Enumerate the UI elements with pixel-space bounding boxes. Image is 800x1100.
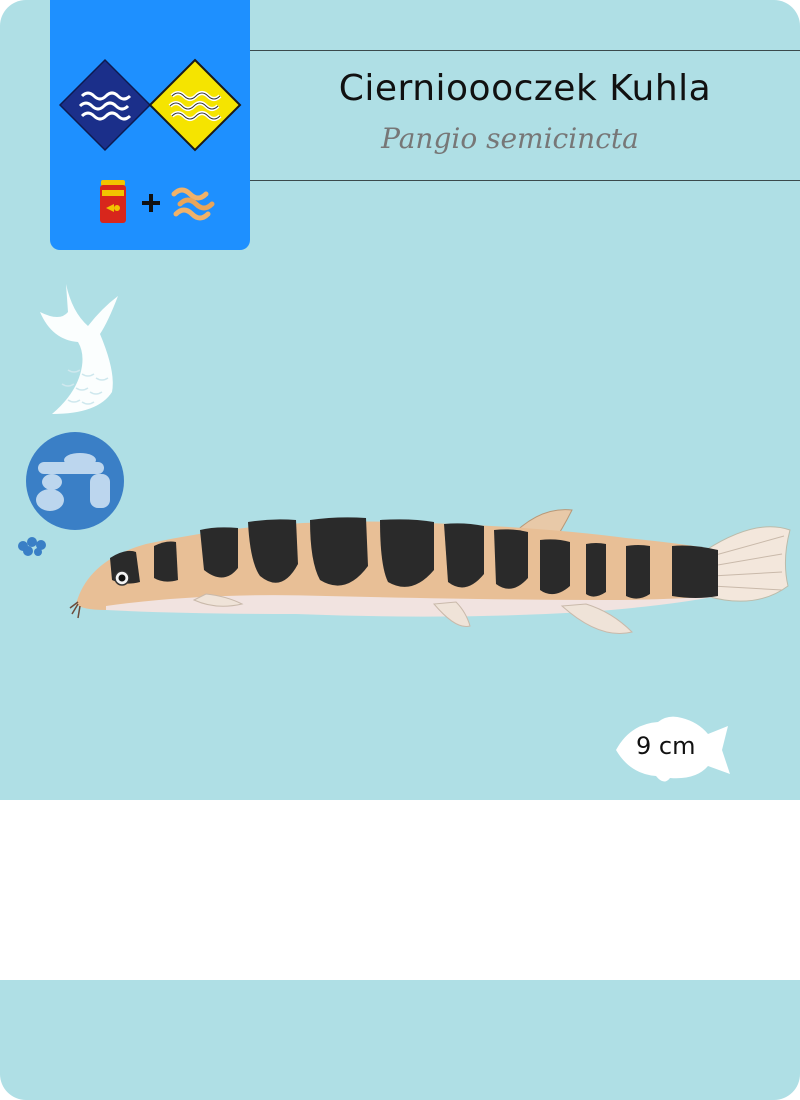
fish-illustration [69, 509, 791, 634]
description-band [0, 800, 800, 980]
water-waves-diamond-icon [148, 58, 242, 152]
water-food-panel [50, 0, 250, 250]
latin-name: Pangio semicincta [381, 122, 639, 155]
header-rule-bottom [250, 180, 800, 181]
header-rule-top [250, 50, 800, 51]
fish-food-can-icon [100, 180, 126, 223]
eggs-icon [18, 537, 46, 556]
plus-icon [142, 194, 160, 212]
common-name: Ciernioooczek Kuhla [338, 68, 712, 109]
worms-icon [171, 187, 215, 221]
species-card: Ciernioooczek Kuhla Pangio semicincta 9 … [0, 0, 800, 1100]
max-size-label: 9 cm [636, 732, 696, 760]
tail-fin-icon [40, 284, 118, 414]
water-waves-diamond-icon [58, 58, 152, 152]
